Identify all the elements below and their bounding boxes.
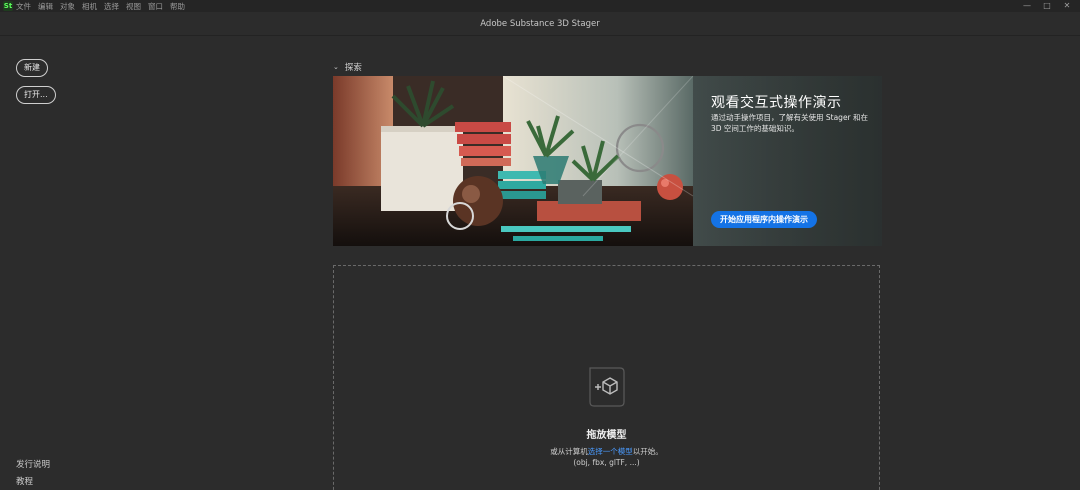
drop-zone-title: 拖放模型 bbox=[586, 430, 627, 441]
chevron-down-icon: ⌄ bbox=[333, 63, 339, 71]
maximize-icon[interactable]: □ bbox=[1042, 0, 1052, 12]
menu-window[interactable]: 窗口 bbox=[148, 1, 163, 12]
start-demo-button[interactable]: 开始应用程序内操作演示 bbox=[711, 211, 817, 228]
banner-title: 观看交互式操作演示 bbox=[711, 95, 842, 111]
menu-help[interactable]: 帮助 bbox=[170, 1, 185, 12]
explore-section-toggle[interactable]: ⌄ 探索 bbox=[333, 61, 362, 73]
app-logo-icon: St bbox=[3, 1, 13, 11]
drop-zone-suffix: 以开始。 bbox=[632, 447, 663, 456]
title-bar: Adobe Substance 3D Stager bbox=[0, 12, 1080, 36]
explore-label: 探索 bbox=[344, 63, 362, 73]
tutorials-link[interactable]: 教程 bbox=[16, 475, 33, 487]
model-drop-zone[interactable]: 拖放模型 或从计算机选择一个模型以开始。 (obj, fbx, glTF, ..… bbox=[333, 265, 880, 490]
release-notes-link[interactable]: 发行说明 bbox=[16, 458, 50, 470]
window-title: Adobe Substance 3D Stager bbox=[480, 18, 600, 29]
drop-zone-instructions: 或从计算机选择一个模型以开始。 bbox=[334, 446, 879, 457]
app-window: St 文件 编辑 对象 相机 选择 视图 窗口 帮助 — □ ✕ Adobe S… bbox=[0, 0, 1080, 490]
menu-edit[interactable]: 编辑 bbox=[38, 1, 53, 12]
menu-bar: St 文件 编辑 对象 相机 选择 视图 窗口 帮助 — □ ✕ bbox=[0, 0, 1080, 12]
minimize-icon[interactable]: — bbox=[1022, 0, 1032, 12]
new-button[interactable]: 新建 bbox=[16, 59, 48, 77]
menu-file[interactable]: 文件 bbox=[16, 1, 31, 12]
menu-select[interactable]: 选择 bbox=[104, 1, 119, 12]
select-model-link[interactable]: 选择一个模型 bbox=[588, 447, 633, 456]
add-model-icon bbox=[589, 367, 625, 407]
open-button[interactable]: 打开... bbox=[16, 86, 56, 104]
supported-formats: (obj, fbx, glTF, ...) bbox=[573, 458, 640, 467]
close-icon[interactable]: ✕ bbox=[1062, 0, 1072, 12]
menu-object[interactable]: 对象 bbox=[60, 1, 75, 12]
menu-view[interactable]: 视图 bbox=[126, 1, 141, 12]
menu-camera[interactable]: 相机 bbox=[82, 1, 97, 12]
banner-description: 通过动手操作项目，了解有关使用 Stager 和在 3D 空间工作的基础知识。 bbox=[711, 113, 869, 133]
window-controls: — □ ✕ bbox=[1022, 0, 1072, 12]
drop-zone-prefix: 或从计算机 bbox=[550, 447, 588, 456]
